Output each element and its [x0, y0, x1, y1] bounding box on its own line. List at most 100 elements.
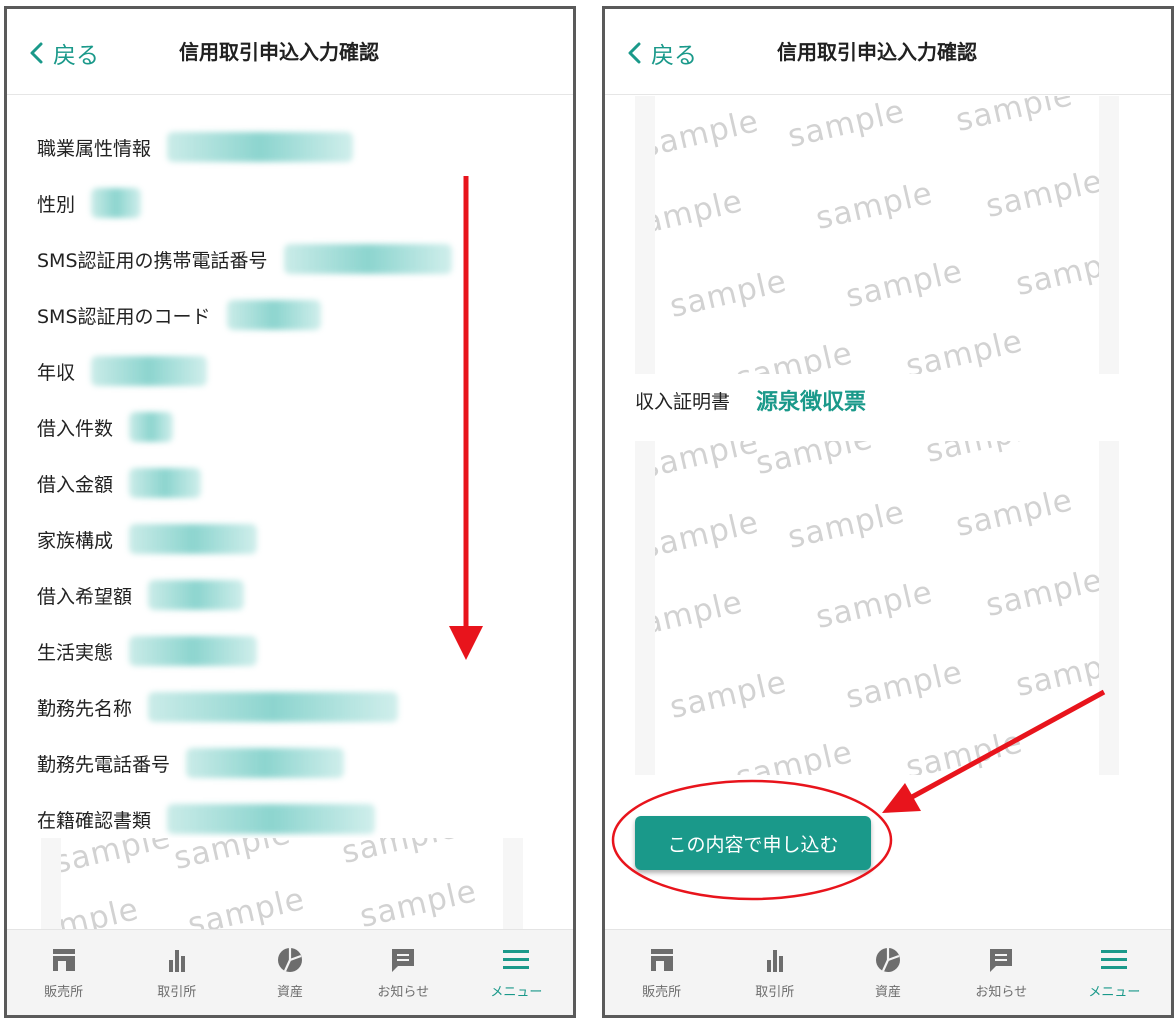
tab-label: お知らせ	[377, 985, 430, 1000]
field-label: 勤務先電話番号	[37, 753, 171, 776]
watermark: sample	[752, 441, 877, 482]
income-proof-row: 収入証明書 源泉徴収票	[635, 384, 866, 416]
watermark: sample	[655, 103, 763, 165]
watermark: sample	[842, 654, 967, 716]
watermark: sample	[732, 734, 857, 775]
page-title: 信用取引申込入力確認	[179, 40, 379, 64]
field-row: SMS認証用のコード	[37, 298, 321, 332]
watermark: sample	[655, 584, 747, 646]
tab-menu[interactable]: メニュー	[460, 930, 573, 1015]
field-label: SMS認証用の携帯電話番号	[37, 249, 268, 272]
field-row: 性別	[37, 186, 142, 220]
document-sample-area: sample sample sample sample sample sampl…	[655, 441, 1099, 775]
store-icon	[645, 945, 679, 975]
back-label: 戻る	[53, 43, 99, 69]
field-row: 借入希望額	[37, 578, 245, 612]
field-row: 家族構成	[37, 522, 258, 556]
watermark: sample	[655, 441, 763, 486]
back-button[interactable]: 戻る	[27, 33, 99, 73]
tab-store[interactable]: 販売所	[7, 930, 120, 1015]
field-row: 借入件数	[37, 410, 174, 444]
watermark: sample	[902, 724, 1027, 775]
tab-assets[interactable]: 資産	[831, 930, 944, 1015]
field-label: 在籍確認書類	[37, 809, 152, 832]
left-screen: 戻る 信用取引申込入力確認 職業属性情報 性別 SMS認証用の携帯電話番号 SM…	[4, 6, 576, 1018]
watermark: sample	[902, 323, 1027, 374]
blurred-value	[226, 300, 321, 330]
tab-menu[interactable]: メニュー	[1058, 930, 1171, 1015]
watermark: sample	[922, 441, 1046, 470]
watermark: sample	[842, 253, 967, 315]
hamburger-menu-icon	[499, 945, 533, 975]
tab-label: 販売所	[44, 985, 84, 1000]
watermark: sample	[732, 335, 857, 374]
field-label: 年収	[37, 361, 76, 384]
blurred-value	[167, 132, 354, 162]
field-row: 年収	[37, 354, 208, 388]
right-screen: 戻る 信用取引申込入力確認 sample sample sample sampl…	[602, 6, 1174, 1018]
watermark: sample	[356, 873, 481, 931]
watermark: sample	[666, 664, 791, 726]
document-image: sample sample sample sample sample sampl…	[635, 96, 1119, 374]
store-icon	[47, 945, 81, 975]
blurred-value	[186, 748, 345, 778]
blurred-value	[91, 356, 208, 386]
watermark: sample	[655, 504, 763, 566]
message-icon	[984, 945, 1018, 975]
tab-label: 販売所	[642, 985, 682, 1000]
watermark: sample	[982, 562, 1099, 624]
chevron-left-icon	[30, 42, 43, 64]
field-row: 生活実態	[37, 634, 258, 668]
document-sample-area: sample sample sample sample sample sampl…	[61, 838, 503, 931]
field-row: SMS認証用の携帯電話番号	[37, 242, 452, 276]
watermark: sample	[1012, 642, 1099, 704]
blurred-value	[283, 244, 452, 274]
tab-label: 資産	[277, 985, 304, 1000]
blurred-value	[91, 188, 142, 218]
watermark: sample	[952, 482, 1077, 544]
field-row: 勤務先電話番号	[37, 746, 345, 780]
watermark: sample	[784, 494, 909, 556]
document-image: sample sample sample sample sample sampl…	[635, 441, 1119, 775]
field-label: 生活実態	[37, 641, 114, 664]
page-title: 信用取引申込入力確認	[777, 40, 977, 64]
watermark: sample	[666, 263, 791, 325]
submit-application-button[interactable]: この内容で申し込む	[635, 816, 871, 870]
watermark: sample	[812, 175, 937, 237]
back-label: 戻る	[651, 43, 697, 69]
message-icon	[386, 945, 420, 975]
tab-assets[interactable]: 資産	[233, 930, 346, 1015]
tab-exchange[interactable]: 取引所	[120, 930, 233, 1015]
document-sample-area: sample sample sample sample sample sampl…	[655, 96, 1099, 374]
confirmation-content[interactable]: sample sample sample sample sample sampl…	[605, 96, 1171, 931]
tab-label: 資産	[875, 985, 902, 1000]
pie-chart-icon	[871, 945, 905, 975]
watermark: sample	[982, 163, 1099, 225]
field-label: 勤務先名称	[37, 697, 133, 720]
tab-exchange[interactable]: 取引所	[718, 930, 831, 1015]
field-row: 職業属性情報	[37, 130, 354, 164]
tab-news[interactable]: お知らせ	[945, 930, 1058, 1015]
field-label: 借入件数	[37, 417, 114, 440]
watermark: sample	[61, 891, 143, 931]
document-image: sample sample sample sample sample sampl…	[41, 838, 523, 931]
tab-news[interactable]: お知らせ	[347, 930, 460, 1015]
blurred-value	[129, 412, 174, 442]
watermark: sample	[170, 838, 295, 877]
bottom-tab-bar: 販売所 取引所 資産 お知らせ メニュー	[7, 929, 573, 1015]
confirmation-content[interactable]: 職業属性情報 性別 SMS認証用の携帯電話番号 SMS認証用のコード 年収 借入…	[7, 96, 573, 931]
back-button[interactable]: 戻る	[625, 33, 697, 73]
watermark: sample	[338, 838, 463, 871]
hamburger-menu-icon	[1097, 945, 1131, 975]
watermark: sample	[952, 96, 1077, 139]
pie-chart-icon	[273, 945, 307, 975]
field-row: 勤務先名称	[37, 690, 399, 724]
field-label: 性別	[37, 193, 76, 216]
tab-label: 取引所	[157, 985, 197, 1000]
tab-store[interactable]: 販売所	[605, 930, 718, 1015]
blurred-value	[167, 804, 376, 834]
income-proof-value: 源泉徴収票	[756, 390, 867, 415]
app-header: 戻る 信用取引申込入力確認	[605, 9, 1171, 95]
blurred-value	[129, 524, 258, 554]
field-label: 借入希望額	[37, 585, 133, 608]
